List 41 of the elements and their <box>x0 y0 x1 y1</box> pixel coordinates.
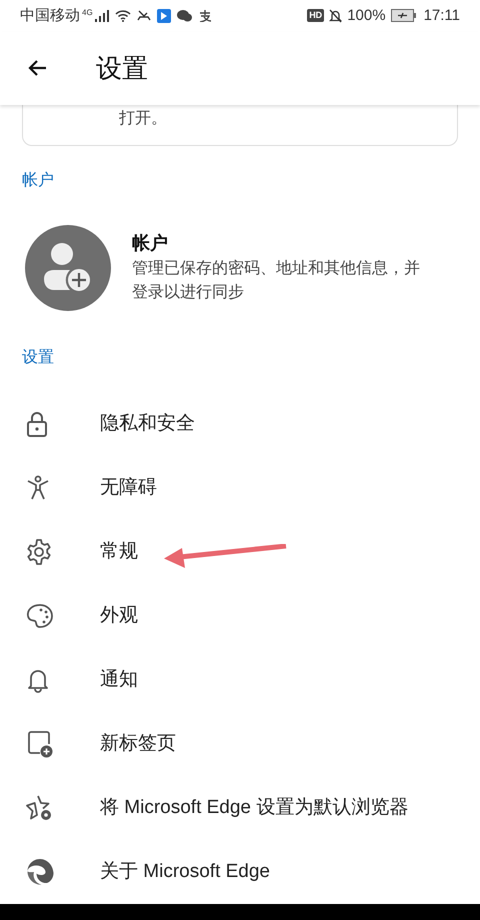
item-label: 常规 <box>100 540 138 564</box>
bell-icon <box>26 667 50 694</box>
item-label: 新标签页 <box>100 732 176 756</box>
item-label: 通知 <box>100 668 138 692</box>
account-row[interactable]: 帐户 管理已保存的密码、地址和其他信息，并登录以进行同步 <box>0 224 480 312</box>
app-icon <box>156 8 171 23</box>
account-title: 帐户 <box>132 232 169 256</box>
settings-item[interactable]: 常规 <box>0 520 480 584</box>
settings-item[interactable]: 隐私和安全 <box>0 392 480 456</box>
new-tab-icon <box>26 730 54 758</box>
browser-logo-icon <box>26 858 54 886</box>
item-label: 隐私和安全 <box>100 412 195 436</box>
time-text: 17:11 <box>424 6 460 26</box>
settings-icon <box>26 539 52 566</box>
wifi-icon <box>114 10 131 22</box>
section-header: 设置 <box>21 348 55 368</box>
settings-item[interactable]: 无障碍 <box>0 456 480 520</box>
accessibility-icon <box>26 475 50 502</box>
settings-item[interactable]: 将 Microsoft Edge 设置为默认浏览器 <box>0 776 480 840</box>
settings-item[interactable]: 通知 <box>0 648 480 712</box>
page-title: 设置 <box>96 52 148 85</box>
account-description: 管理已保存的密码、地址和其他信息，并登录以进行同步 <box>132 258 421 304</box>
settings-item[interactable]: 新标签页 <box>0 712 480 776</box>
item-label: 无障碍 <box>100 476 157 500</box>
chat-icon <box>176 10 192 22</box>
battery-percent-text: 100% <box>347 6 386 26</box>
section-header: 帐户 <box>21 170 55 191</box>
settings-item[interactable]: 关于 Microsoft Edge <box>0 840 480 904</box>
hd-badge: HD <box>307 9 324 22</box>
palette-icon <box>26 603 54 630</box>
card-text: 打开。 <box>119 108 167 129</box>
lock-icon <box>26 411 48 438</box>
carrier-text: 中国移动 <box>20 6 80 26</box>
item-label: 关于 Microsoft Edge <box>100 860 270 884</box>
battery-icon <box>390 9 417 22</box>
item-label: 将 Microsoft Edge 设置为默认浏览器 <box>100 796 408 820</box>
signal-icon <box>94 10 109 22</box>
muted-bell-icon <box>329 8 342 23</box>
settings-item[interactable]: 外观 <box>0 584 480 648</box>
network-text: 4G <box>82 7 93 19</box>
item-label: 外观 <box>100 604 138 628</box>
